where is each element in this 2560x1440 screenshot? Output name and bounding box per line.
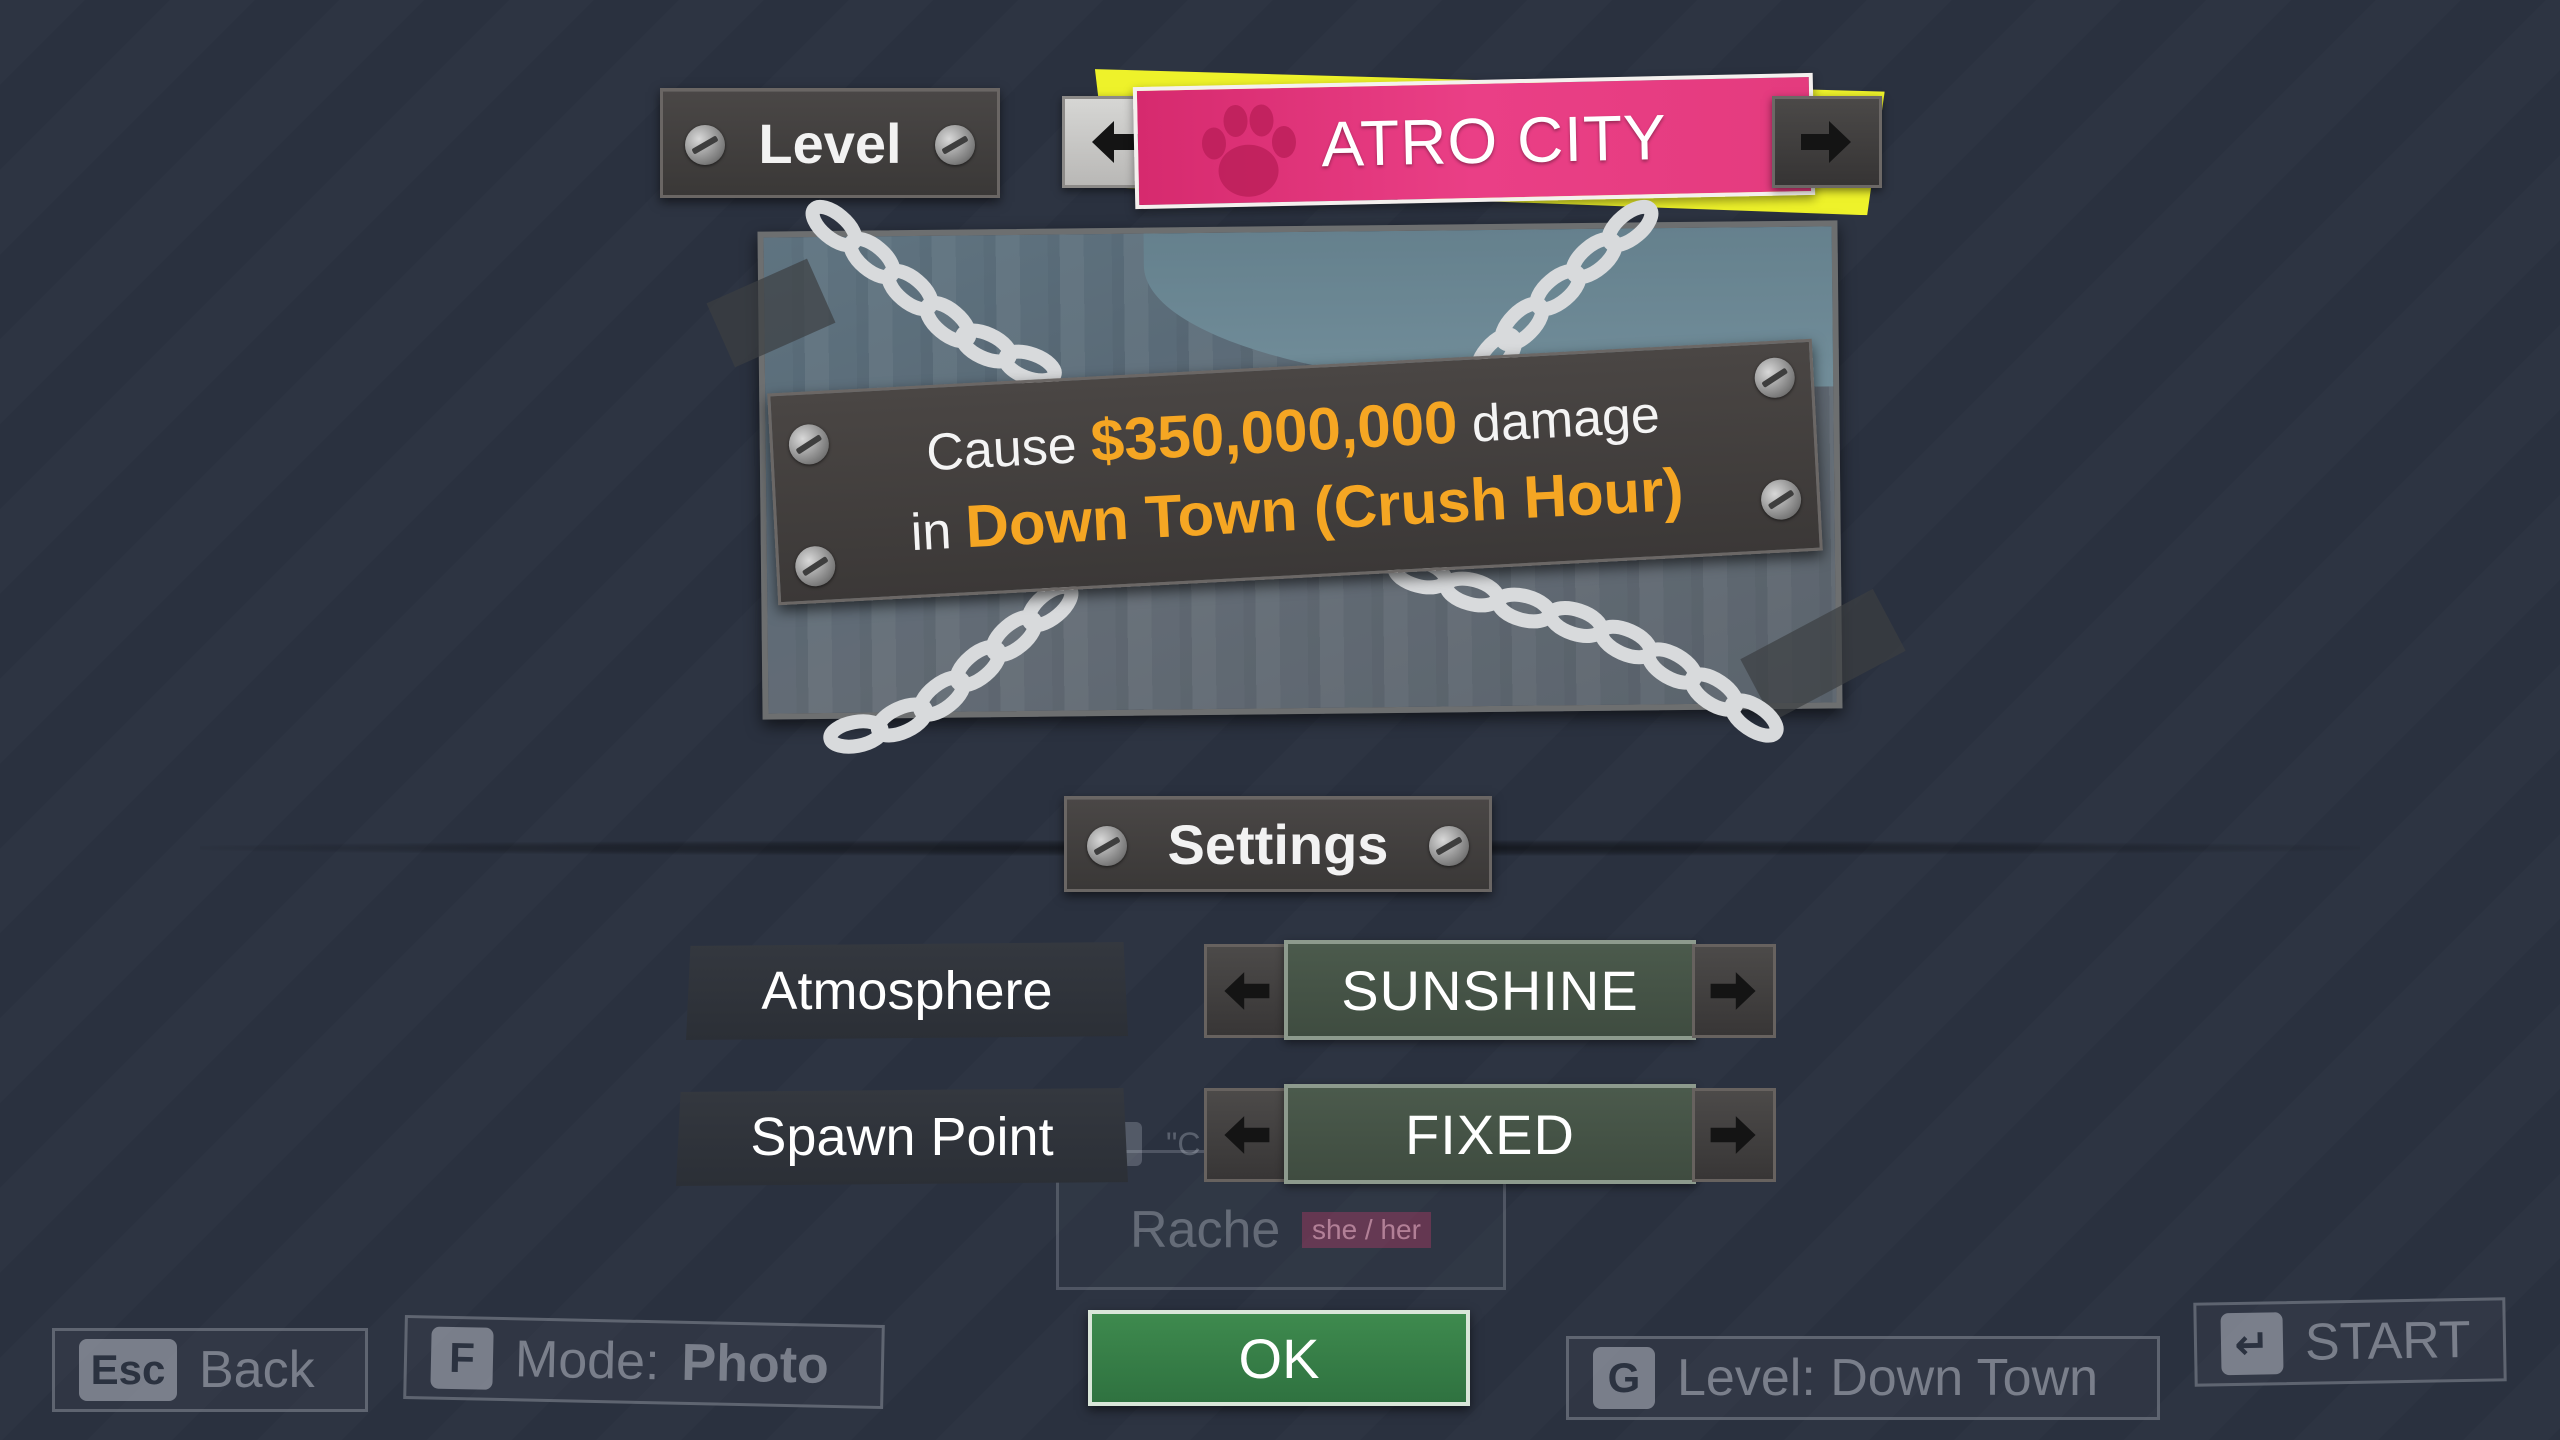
mode-value: Photo (680, 1333, 830, 1395)
atmosphere-next-button[interactable] (1692, 944, 1776, 1038)
level-header-plate: Level (660, 88, 1000, 198)
spawn-point-value[interactable]: FIXED (1284, 1084, 1696, 1184)
back-control-ghost: Esc Back (52, 1328, 368, 1412)
level-header-label: Level (758, 111, 902, 175)
arrow-right-icon (1710, 1116, 1756, 1154)
screw-icon (794, 545, 837, 588)
settings-header-plate: Settings (1064, 796, 1492, 892)
mode-label: Mode: (514, 1330, 661, 1392)
atmosphere-value[interactable]: SUNSHINE (1284, 940, 1696, 1040)
mode-control-ghost: F Mode: Photo (403, 1314, 885, 1410)
objective-prefix: Cause (924, 416, 1079, 483)
spawn-point-label: Spawn Point (676, 1088, 1128, 1186)
screw-icon (1753, 356, 1796, 399)
objective-in: in (909, 502, 953, 563)
ok-button[interactable]: OK (1088, 1310, 1470, 1406)
level-control-ghost: G Level: Down Town (1566, 1336, 2160, 1420)
player-pronouns-ghost: she / her (1302, 1212, 1431, 1248)
level-next-button[interactable] (1772, 96, 1882, 188)
back-label: Back (199, 1341, 315, 1399)
screw-icon (935, 125, 975, 165)
esc-key-icon: Esc (79, 1339, 177, 1401)
screw-icon (1760, 478, 1803, 521)
arrow-left-icon (1224, 972, 1270, 1010)
player-quote-ghost: "C (1166, 1126, 1201, 1162)
arrow-right-icon (1710, 972, 1756, 1010)
spawn-point-next-button[interactable] (1692, 1088, 1776, 1182)
objective-amount: $350,000,000 (1089, 388, 1460, 475)
atmosphere-prev-button[interactable] (1204, 944, 1288, 1038)
start-control-ghost: ↵ START (2193, 1297, 2507, 1387)
enter-key-icon: ↵ (2220, 1312, 2284, 1376)
screw-icon (1087, 826, 1127, 866)
f-key-icon: F (430, 1326, 494, 1390)
atmosphere-label: Atmosphere (686, 942, 1128, 1040)
settings-header-label: Settings (1167, 812, 1389, 876)
arrow-left-icon (1224, 1116, 1270, 1154)
screw-icon (685, 125, 725, 165)
g-key-icon: G (1593, 1347, 1655, 1409)
level-name: ATRO CITY (1320, 100, 1668, 181)
level-name-banner: ATRO CITY (1132, 72, 1816, 210)
screw-icon (1429, 826, 1469, 866)
arrow-right-icon (1801, 121, 1851, 163)
screw-icon (787, 423, 830, 466)
level-control-label: Level: Down Town (1677, 1349, 2099, 1407)
objective-suffix: damage (1470, 385, 1662, 454)
paw-print-icon (1201, 104, 1296, 197)
spawn-point-prev-button[interactable] (1204, 1088, 1288, 1182)
start-label: START (2304, 1310, 2472, 1372)
player-name-ghost: Rache (1130, 1201, 1281, 1259)
